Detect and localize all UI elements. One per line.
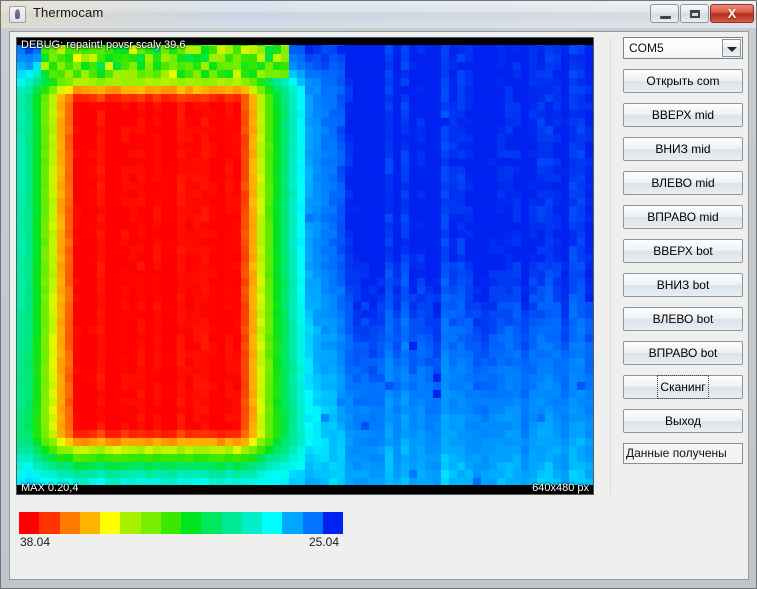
minimize-button[interactable]	[650, 4, 679, 23]
button-up-mid[interactable]: ВВЕРХ mid	[623, 103, 743, 127]
window-title: Thermocam	[33, 5, 104, 20]
button-right-bot[interactable]: ВПРАВО bot	[623, 341, 743, 365]
button-label: ВЛЕВО mid	[651, 176, 715, 190]
com-port-value: COM5	[629, 41, 664, 55]
action-button-list: Открыть com ВВЕРХ mid ВНИЗ mid ВЛЕВО mid ВПР…	[623, 69, 745, 433]
overlay-debug-text: DEBUG: repaint! povsr scaly 39.6	[21, 39, 186, 51]
thermal-image-panel[interactable]: DEBUG: repaint! povsr scaly 39.6 MAX 0.2…	[16, 37, 594, 495]
client-area: DEBUG: repaint! povsr scaly 39.6 MAX 0.2…	[9, 31, 749, 580]
scale-swatch-12	[262, 512, 283, 534]
button-label: Сканинг	[657, 375, 709, 399]
scale-swatch-6	[140, 512, 161, 534]
panel-divider	[610, 37, 611, 495]
button-label: ВВЕРХ bot	[653, 244, 713, 258]
scale-swatch-13	[282, 512, 303, 534]
scale-swatch-9	[201, 512, 222, 534]
chevron-down-icon[interactable]	[722, 39, 741, 57]
close-button[interactable]: X	[710, 4, 754, 23]
com-port-select[interactable]: COM5	[623, 37, 743, 59]
scale-swatch-4	[100, 512, 121, 534]
overlay-resolution-text: 640x480 px	[532, 482, 589, 494]
button-up-bot[interactable]: ВВЕРХ bot	[623, 239, 743, 263]
application-window: Thermocam X DEBUG: repaint! povsr scaly …	[0, 0, 757, 589]
button-label: ВПРАВО bot	[648, 346, 718, 360]
scale-swatch-8	[181, 512, 202, 534]
scale-swatch-3	[79, 512, 100, 534]
button-open-com[interactable]: Открыть com	[623, 69, 743, 93]
scale-swatch-14	[302, 512, 323, 534]
scale-min-label: 38.04	[20, 535, 51, 549]
button-label: Выход	[665, 414, 701, 428]
thermal-heatmap-canvas[interactable]	[17, 38, 593, 494]
control-panel: COM5 Открыть com ВВЕРХ mid ВНИЗ mid ВЛЕВО m…	[623, 37, 745, 464]
button-scan[interactable]: Сканинг	[623, 375, 743, 399]
scale-swatch-10	[221, 512, 242, 534]
button-label: Открыть com	[646, 74, 720, 88]
scale-max-label: 25.04	[309, 535, 340, 549]
button-label: ВПРАВО mid	[647, 210, 719, 224]
scale-swatch-7	[160, 512, 181, 534]
close-icon: X	[727, 6, 737, 21]
button-left-bot[interactable]: ВЛЕВО bot	[623, 307, 743, 331]
status-text-field[interactable]: Данные получены	[623, 443, 743, 464]
scale-swatch-2	[59, 512, 80, 534]
letterbox-bottom	[17, 485, 593, 494]
button-right-mid[interactable]: ВПРАВО mid	[623, 205, 743, 229]
scale-swatch-15	[322, 512, 343, 534]
button-label: ВВЕРХ mid	[651, 108, 715, 122]
scale-swatch-11	[241, 512, 262, 534]
color-scale-legend: 38.04 25.04	[19, 512, 359, 551]
color-scale-bar	[19, 512, 343, 534]
button-exit[interactable]: Выход	[623, 409, 743, 433]
button-label: ВНИЗ bot	[656, 278, 710, 292]
window-titlebar[interactable]: Thermocam X	[1, 1, 756, 28]
scale-swatch-0	[19, 512, 40, 534]
overlay-temperature-text: MAX 0.20,4	[21, 482, 79, 494]
java-coffee-cup-icon	[9, 6, 26, 23]
button-down-bot[interactable]: ВНИЗ bot	[623, 273, 743, 297]
scale-swatch-1	[39, 512, 60, 534]
button-label: ВЛЕВО bot	[652, 312, 714, 326]
maximize-button[interactable]	[680, 4, 709, 23]
button-left-mid[interactable]: ВЛЕВО mid	[623, 171, 743, 195]
button-down-mid[interactable]: ВНИЗ mid	[623, 137, 743, 161]
color-scale-labels: 38.04 25.04	[19, 535, 359, 551]
scale-swatch-5	[120, 512, 141, 534]
titlebar-glass-highlight	[1, 1, 756, 28]
button-label: ВНИЗ mid	[655, 142, 711, 156]
